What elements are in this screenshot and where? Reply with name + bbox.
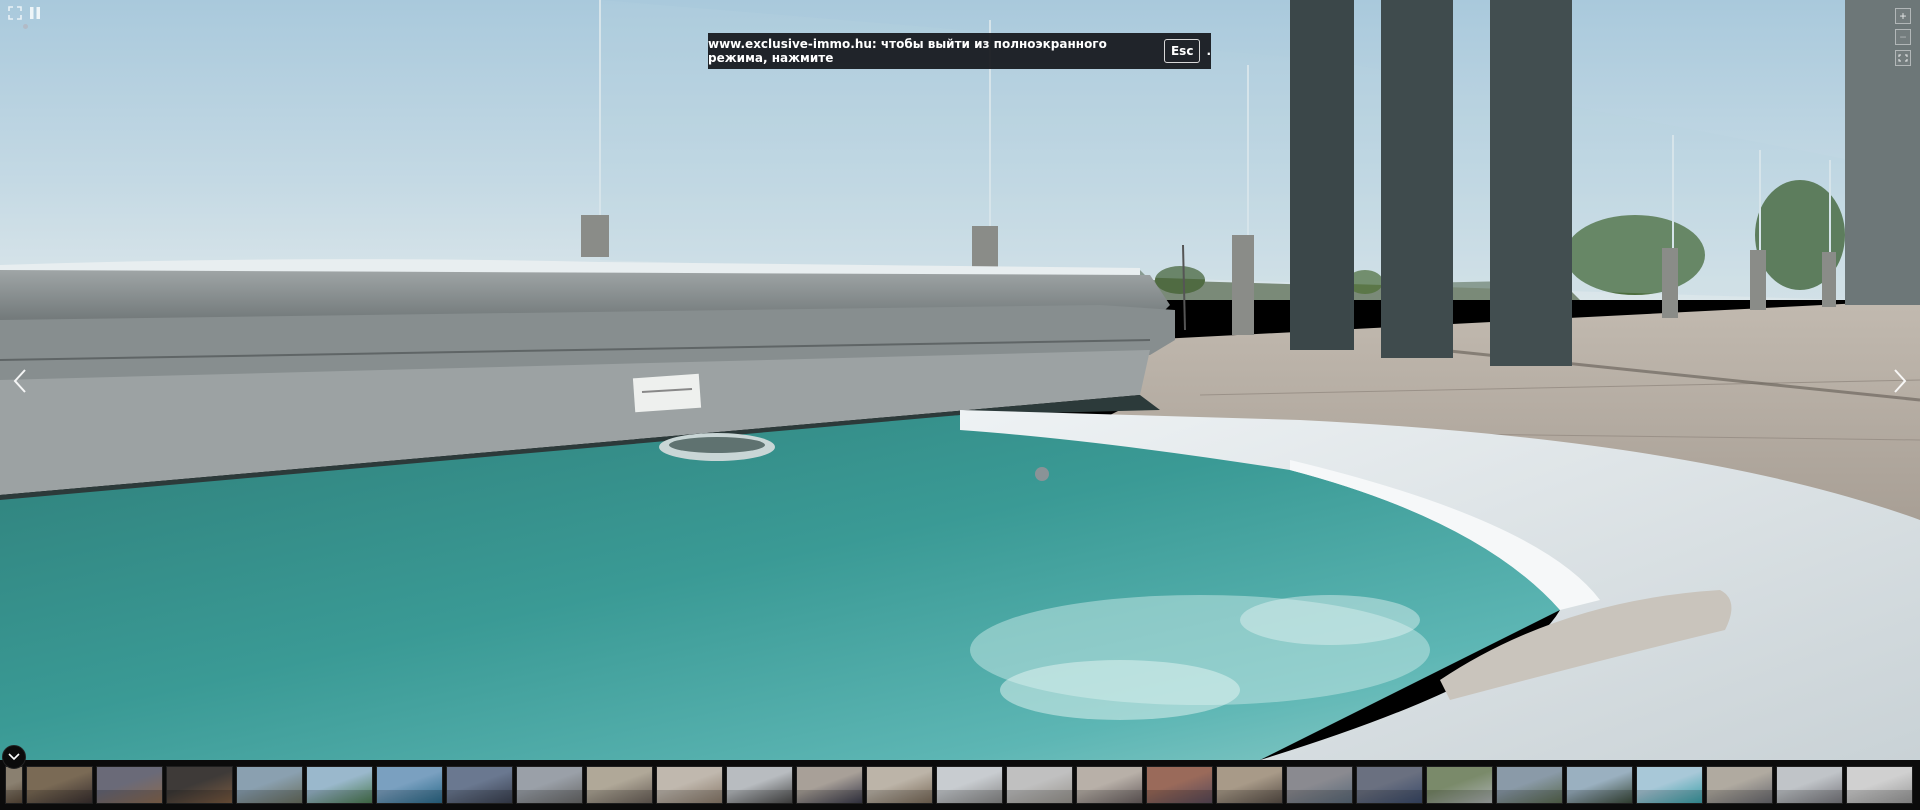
thumbnail[interactable] bbox=[5, 766, 23, 804]
thumbnail[interactable] bbox=[1776, 766, 1843, 804]
pause-icon[interactable] bbox=[28, 6, 42, 20]
zoom-out-button[interactable]: − bbox=[1895, 29, 1911, 45]
panorama-viewer[interactable]: www.exclusive-immo.hu: чтобы выйти из по… bbox=[0, 0, 1920, 760]
fullscreen-notice-suffix: . bbox=[1206, 44, 1211, 58]
thumbnail[interactable] bbox=[1426, 766, 1493, 804]
thumbnail[interactable] bbox=[26, 766, 93, 804]
chevron-down-icon bbox=[8, 753, 20, 761]
thumbnail[interactable] bbox=[376, 766, 443, 804]
thumbnail[interactable] bbox=[866, 766, 933, 804]
panorama-image[interactable] bbox=[0, 0, 1920, 760]
thumbnail[interactable] bbox=[726, 766, 793, 804]
thumbnail[interactable] bbox=[96, 766, 163, 804]
thumbnail[interactable] bbox=[1006, 766, 1073, 804]
thumbnail[interactable] bbox=[516, 766, 583, 804]
thumbnail[interactable] bbox=[1356, 766, 1423, 804]
thumbnail[interactable] bbox=[796, 766, 863, 804]
thumbnail[interactable] bbox=[1146, 766, 1213, 804]
thumbnail[interactable] bbox=[1706, 766, 1773, 804]
thumbnail[interactable] bbox=[1846, 766, 1913, 804]
chevron-right-icon[interactable] bbox=[1888, 368, 1910, 394]
thumbnail[interactable] bbox=[656, 766, 723, 804]
thumbnail[interactable] bbox=[1216, 766, 1283, 804]
chevron-left-icon[interactable] bbox=[10, 368, 32, 394]
thumbnail[interactable] bbox=[446, 766, 513, 804]
thumbnail[interactable] bbox=[166, 766, 233, 804]
thumbnail[interactable] bbox=[306, 766, 373, 804]
fit-to-screen-icon[interactable] bbox=[1895, 50, 1911, 66]
zoom-in-button[interactable]: + bbox=[1895, 8, 1911, 24]
thumbnail[interactable] bbox=[1286, 766, 1353, 804]
thumbnail[interactable] bbox=[586, 766, 653, 804]
fullscreen-notice-text: www.exclusive-immo.hu: чтобы выйти из по… bbox=[708, 37, 1107, 65]
thumbnail[interactable] bbox=[1566, 766, 1633, 804]
thumbnail-strip[interactable] bbox=[0, 760, 1920, 810]
loading-dot bbox=[23, 24, 28, 29]
thumbnail[interactable] bbox=[1636, 766, 1703, 804]
esc-key-badge: Esc bbox=[1163, 39, 1201, 63]
thumbnail[interactable] bbox=[1496, 766, 1563, 804]
thumbnail[interactable] bbox=[236, 766, 303, 804]
collapse-thumbnails-button[interactable] bbox=[2, 745, 26, 769]
thumbnail[interactable] bbox=[936, 766, 1003, 804]
thumbnail[interactable] bbox=[1076, 766, 1143, 804]
expand-icon[interactable] bbox=[8, 6, 22, 20]
fullscreen-notice: www.exclusive-immo.hu: чтобы выйти из по… bbox=[708, 33, 1211, 69]
